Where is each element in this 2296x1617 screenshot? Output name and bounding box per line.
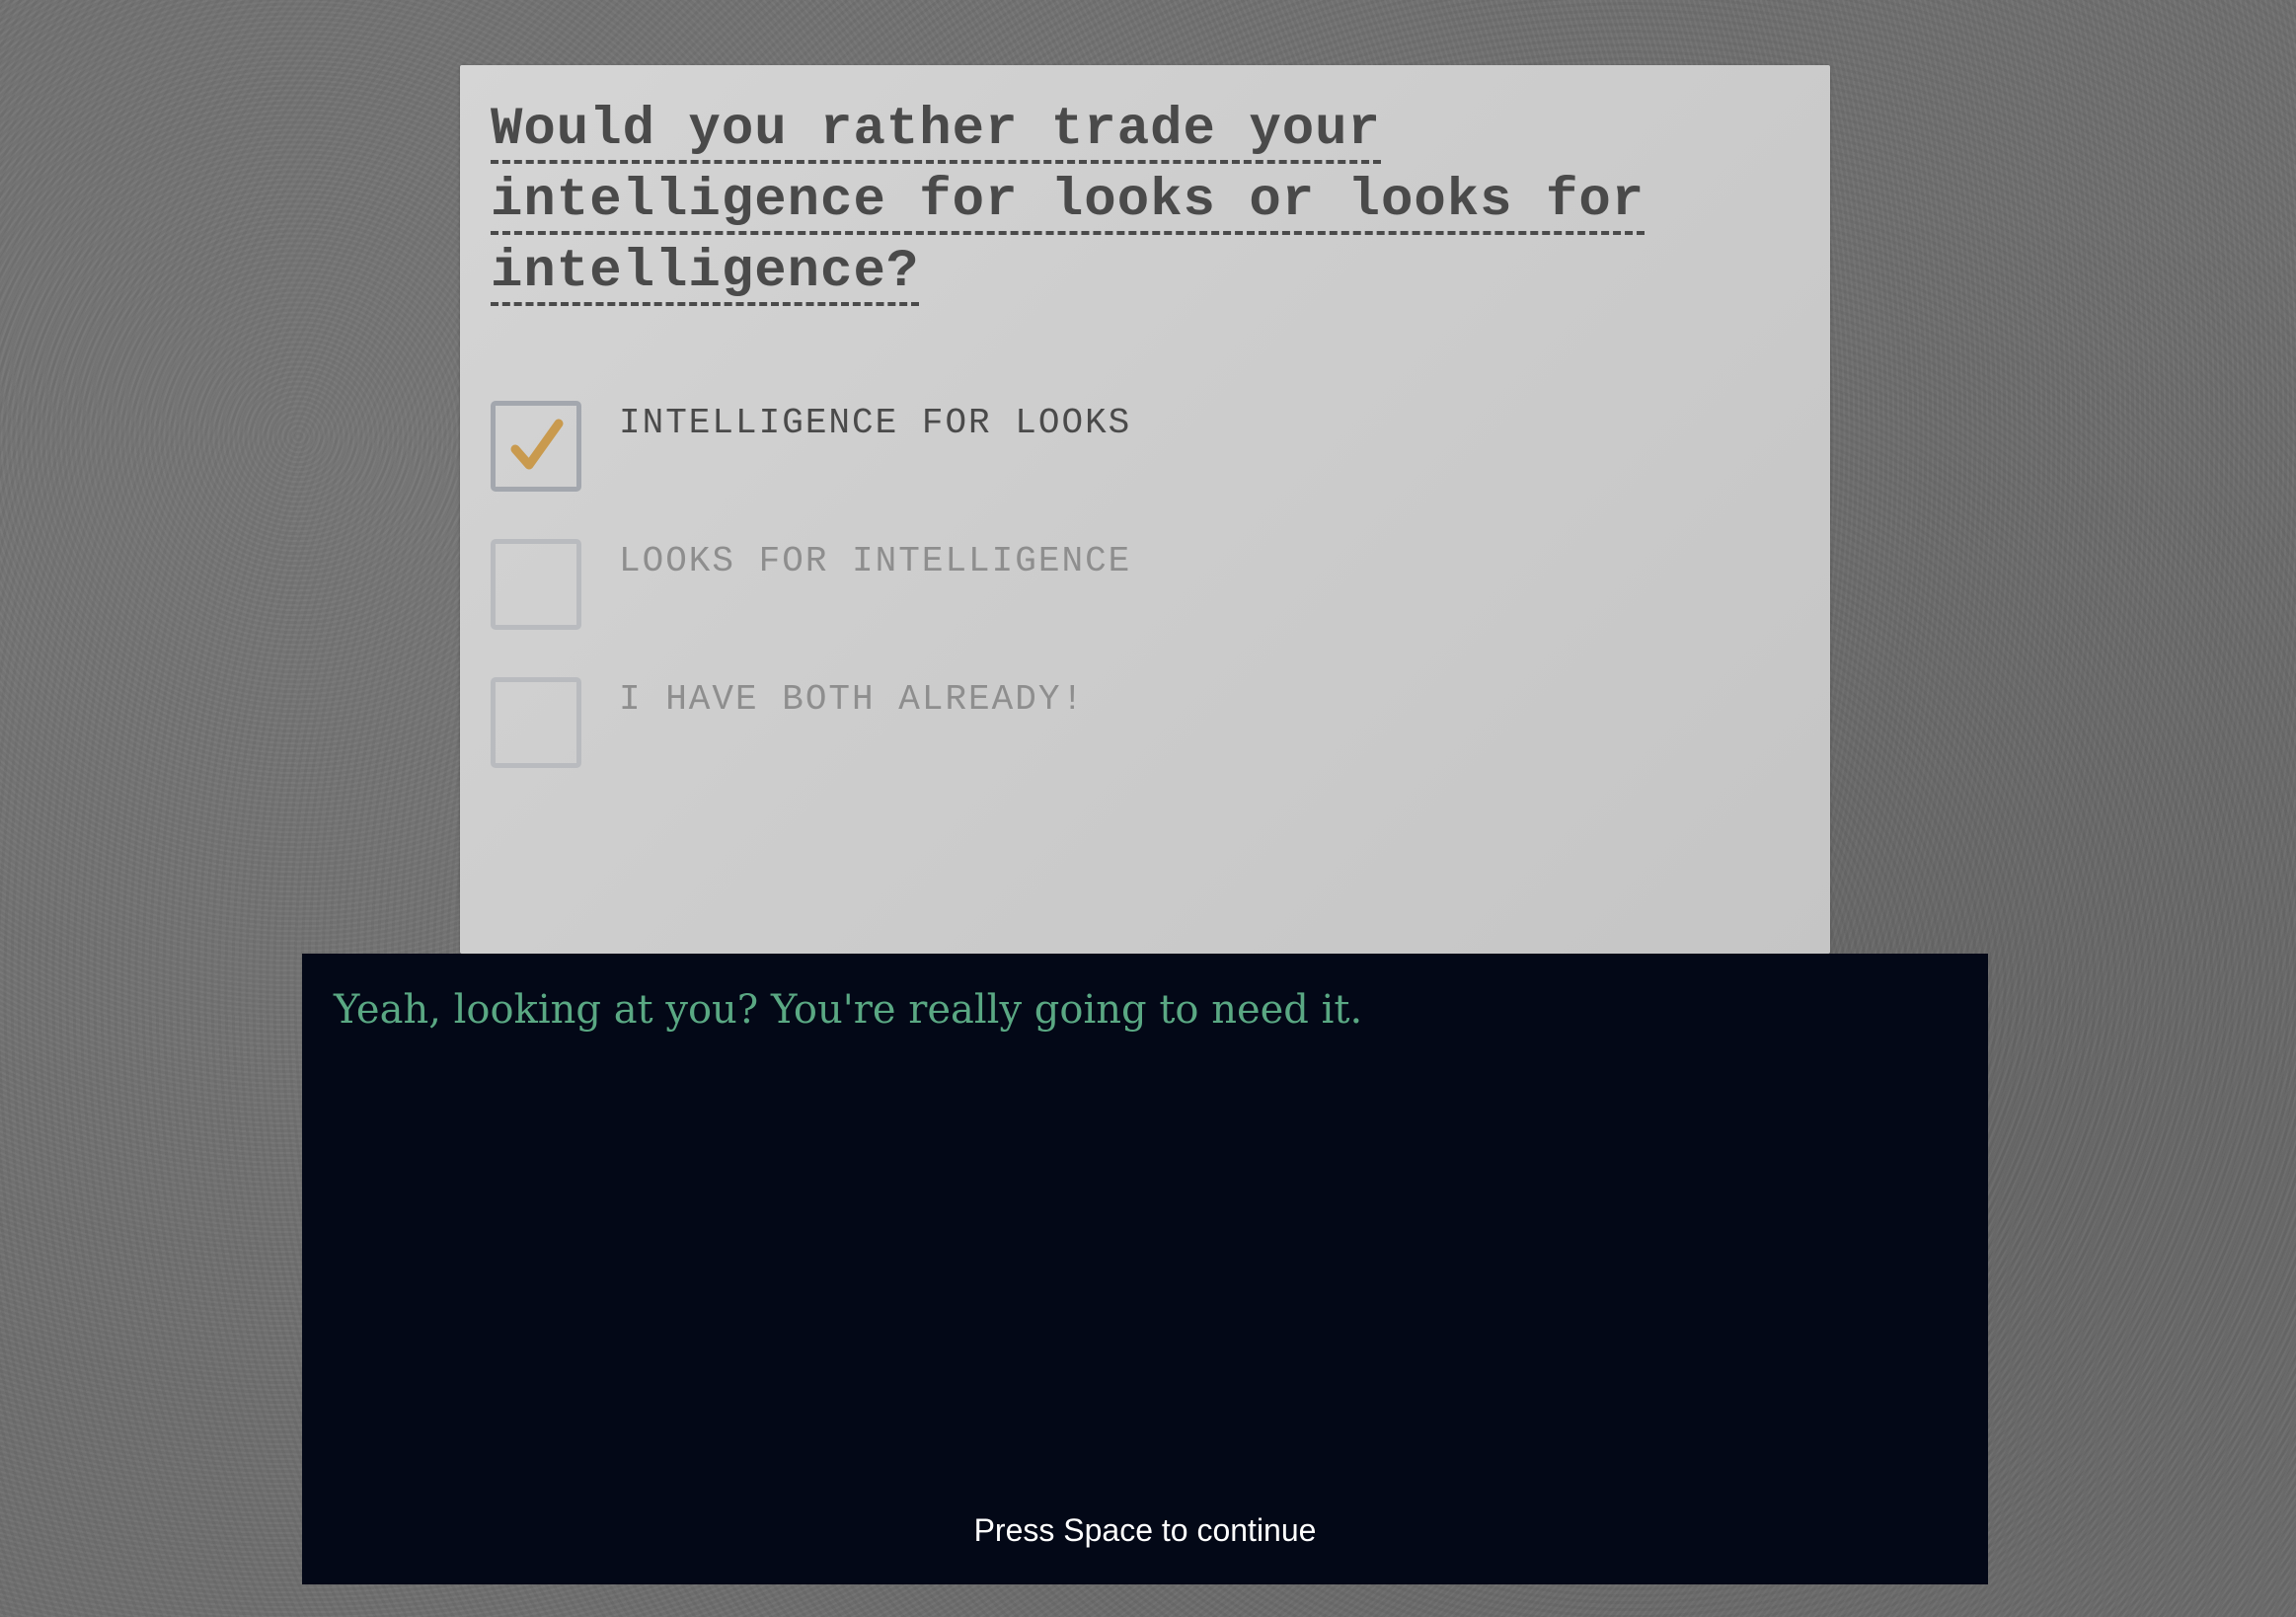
dialog-text: Yeah, looking at you? You're really goin… — [334, 987, 1363, 1033]
continue-prompt: Press Space to continue — [973, 1512, 1317, 1548]
checkbox-unchecked[interactable] — [491, 677, 581, 768]
question-line-2: intelligence for looks or looks for — [491, 171, 1645, 235]
question-card: Would you rather trade your intelligence… — [460, 65, 1830, 954]
checkbox-unchecked[interactable] — [491, 539, 581, 630]
checkmark-icon — [510, 419, 564, 470]
option-label: LOOKS FOR INTELLIGENCE — [619, 541, 1132, 581]
option-looks-for-intelligence[interactable]: LOOKS FOR INTELLIGENCE — [491, 539, 1379, 638]
option-label: INTELLIGENCE FOR LOOKS — [619, 403, 1132, 443]
question-line-1: Would you rather trade your — [491, 100, 1381, 164]
option-intelligence-for-looks[interactable]: INTELLIGENCE FOR LOOKS — [491, 401, 1379, 500]
question-title: Would you rather trade your intelligence… — [491, 95, 1764, 308]
checkbox-checked[interactable] — [491, 401, 581, 492]
option-label: I HAVE BOTH ALREADY! — [619, 679, 1086, 720]
dialog-box[interactable]: Yeah, looking at you? You're really goin… — [302, 954, 1988, 1584]
question-line-3: intelligence? — [491, 242, 920, 306]
option-have-both-already[interactable]: I HAVE BOTH ALREADY! — [491, 677, 1379, 776]
